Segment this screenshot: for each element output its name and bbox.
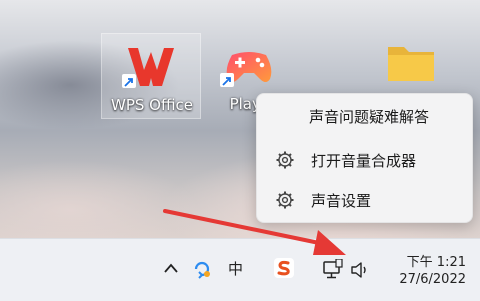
menu-item-label: 声音设置 [311,192,372,210]
menu-item-sound-settings[interactable]: 声音设置 [257,182,472,218]
desktop-icon-label: WPS Office [111,96,193,114]
sound-context-menu: 声音问题疑难解答 打开音量合成器 声音设置 [256,93,473,223]
clock-time[interactable]: 下午 1:21 [407,251,466,270]
menu-item-label: 声音问题疑难解答 [309,108,430,126]
shortcut-arrow-icon [122,74,136,88]
folder-icon [388,47,434,81]
menu-item-open-volume-mixer[interactable]: 打开音量合成器 [257,142,472,178]
ime-indicator[interactable]: 中 [228,258,243,279]
chevron-up-icon[interactable] [162,261,180,275]
speaker-icon[interactable] [350,261,370,279]
clock-date[interactable]: 27/6/2022 [399,272,466,287]
menu-item-label: 打开音量合成器 [311,152,417,170]
sync-icon[interactable] [192,259,212,279]
network-icon[interactable] [322,259,344,281]
gear-icon [276,151,294,169]
desktop-icon-wps-office[interactable]: WPS Office [101,33,201,119]
gear-icon [276,191,294,209]
shortcut-arrow-icon [220,73,234,87]
taskbar: 中 下午 1:21 27/6/2022 [0,238,480,301]
sogou-input-icon[interactable] [274,258,294,278]
menu-item-troubleshoot-sound[interactable]: 声音问题疑难解答 [257,98,472,134]
